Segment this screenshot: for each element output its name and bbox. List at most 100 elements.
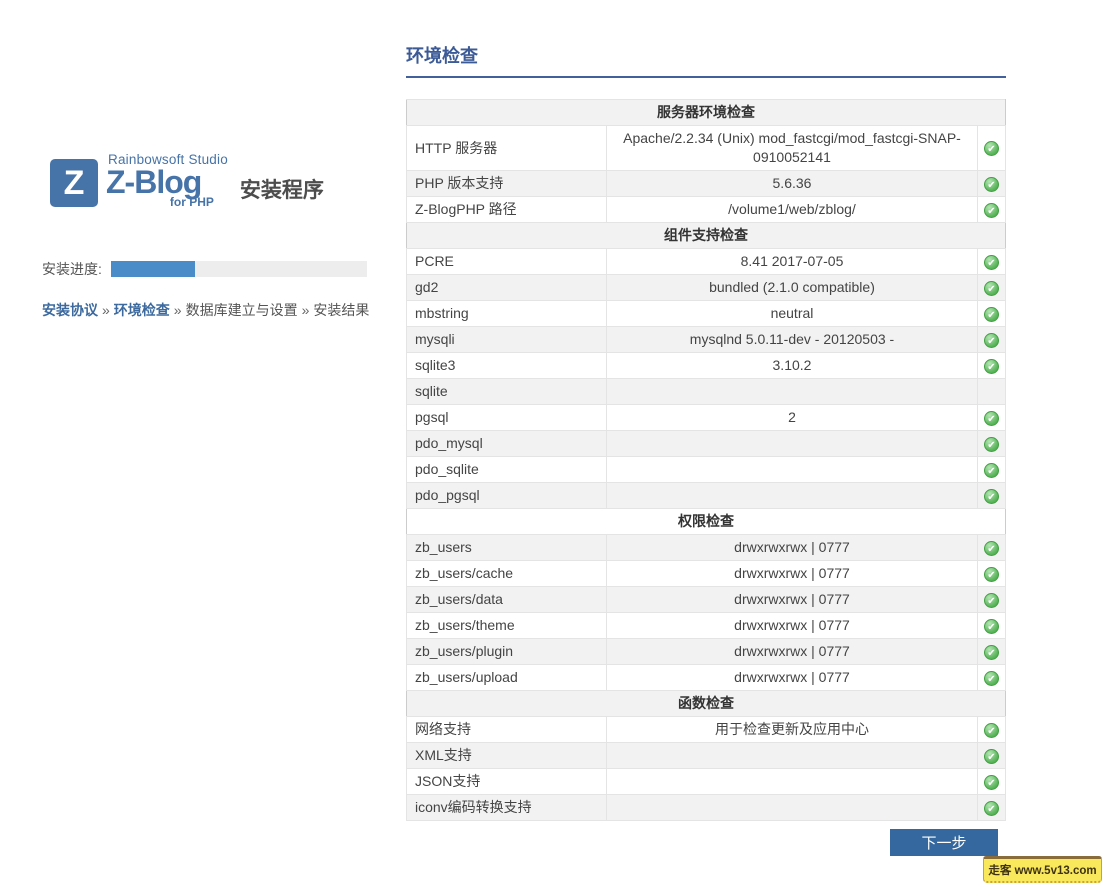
check-item-status: ✔ [977, 405, 1005, 431]
check-row: gd2bundled (2.1.0 compatible) ✔ [407, 275, 1006, 301]
installer-title: 安装程序 [240, 174, 324, 204]
next-step-button[interactable]: 下一步 [890, 829, 998, 856]
progress-fill [111, 261, 195, 277]
check-item-value: drwxrwxrwx | 0777 [607, 665, 978, 691]
check-ok-icon: ✔ [984, 333, 999, 348]
check-item-status: ✔ [977, 171, 1005, 197]
check-item-status: ✔ [977, 665, 1005, 691]
check-row: pdo_mysql✔ [407, 431, 1006, 457]
check-row: sqlite [407, 379, 1006, 405]
check-row: pgsql2 ✔ [407, 405, 1006, 431]
check-ok-icon: ✔ [984, 645, 999, 660]
breadcrumb-separator: » [102, 302, 110, 318]
check-item-value: mysqlnd 5.0.11-dev - 20120503 - [607, 327, 978, 353]
check-item-value: 3.10.2 [607, 353, 978, 379]
check-item-value: drwxrwxrwx | 0777 [607, 613, 978, 639]
breadcrumb-item[interactable]: 安装协议 [42, 302, 98, 318]
check-item-status: ✔ [977, 587, 1005, 613]
check-ok-icon: ✔ [984, 567, 999, 582]
check-row: zb_users/plugindrwxrwxrwx | 0777✔ [407, 639, 1006, 665]
check-item-value: drwxrwxrwx | 0777 [607, 561, 978, 587]
section-title: 服务器环境检查 [407, 100, 1006, 126]
check-item-label: pdo_pgsql [407, 483, 607, 509]
logo-letter: Z [64, 164, 85, 203]
check-item-value: drwxrwxrwx | 0777 [607, 535, 978, 561]
check-item-value [607, 431, 978, 457]
check-item-value [607, 769, 978, 795]
check-ok-icon: ✔ [984, 307, 999, 322]
check-item-label: zb_users [407, 535, 607, 561]
check-item-value [607, 457, 978, 483]
check-item-label: pgsql [407, 405, 607, 431]
check-item-status: ✔ [977, 197, 1005, 223]
check-item-status: ✔ [977, 126, 1005, 171]
check-item-label: gd2 [407, 275, 607, 301]
check-ok-icon: ✔ [984, 541, 999, 556]
check-item-label: zb_users/theme [407, 613, 607, 639]
check-ok-icon: ✔ [984, 203, 999, 218]
check-item-label: zb_users/upload [407, 665, 607, 691]
watermark-text: 走客 www.5v13.com [988, 862, 1096, 878]
check-ok-icon: ✔ [984, 281, 999, 296]
env-check-table-body: 服务器环境检查HTTP 服务器Apache/2.2.34 (Unix) mod_… [407, 100, 1006, 821]
check-item-status: ✔ [977, 457, 1005, 483]
check-item-value: 2 [607, 405, 978, 431]
check-ok-icon: ✔ [984, 141, 999, 156]
breadcrumb-item: 安装结果 [313, 302, 369, 318]
section-header-row: 函数检查 [407, 691, 1006, 717]
section-header-row: 组件支持检查 [407, 223, 1006, 249]
check-item-label: JSON支持 [407, 769, 607, 795]
logo: Z Rainbowsoft Studio Z-Blog for PHP 安装程序 [50, 152, 324, 209]
breadcrumb-separator: » [174, 302, 182, 318]
check-item-label: Z-BlogPHP 路径 [407, 197, 607, 223]
check-row: sqlite33.10.2✔ [407, 353, 1006, 379]
check-item-status: ✔ [977, 613, 1005, 639]
progress-label: 安装进度: [42, 259, 102, 279]
install-progress: 安装进度: [42, 259, 367, 279]
check-item-status: ✔ [977, 717, 1005, 743]
check-ok-icon: ✔ [984, 619, 999, 634]
check-item-label: pdo_sqlite [407, 457, 607, 483]
breadcrumb-separator: » [302, 302, 310, 318]
check-ok-icon: ✔ [984, 359, 999, 374]
check-row: zb_users/datadrwxrwxrwx | 0777✔ [407, 587, 1006, 613]
check-item-value: /volume1/web/zblog/ [607, 197, 978, 223]
check-item-value: 5.6.36 [607, 171, 978, 197]
main-content: 环境检查 服务器环境检查HTTP 服务器Apache/2.2.34 (Unix)… [406, 42, 1006, 821]
check-item-value [607, 743, 978, 769]
check-ok-icon: ✔ [984, 411, 999, 426]
check-row: zb_users/uploaddrwxrwxrwx | 0777✔ [407, 665, 1006, 691]
zblog-logo-icon: Z [50, 159, 98, 207]
check-row: mbstringneutral✔ [407, 301, 1006, 327]
check-item-status: ✔ [977, 301, 1005, 327]
check-item-value: bundled (2.1.0 compatible) [607, 275, 978, 301]
check-item-value [607, 483, 978, 509]
check-item-status: ✔ [977, 249, 1005, 275]
check-item-label: zb_users/data [407, 587, 607, 613]
check-row: iconv编码转换支持✔ [407, 795, 1006, 821]
check-item-value [607, 795, 978, 821]
check-item-value [607, 379, 978, 405]
watermark-badge: 走客 www.5v13.com [983, 856, 1102, 883]
check-row: PCRE8.41 2017-07-05✔ [407, 249, 1006, 275]
section-header-row: 权限检查 [407, 509, 1006, 535]
check-item-status: ✔ [977, 327, 1005, 353]
check-item-status: ✔ [977, 353, 1005, 379]
check-item-status: ✔ [977, 639, 1005, 665]
breadcrumb-item[interactable]: 环境检查 [114, 302, 170, 318]
section-header-row: 服务器环境检查 [407, 100, 1006, 126]
page-title: 环境检查 [406, 42, 1006, 78]
check-ok-icon: ✔ [984, 255, 999, 270]
check-ok-icon: ✔ [984, 749, 999, 764]
check-item-status [977, 379, 1005, 405]
check-ok-icon: ✔ [984, 775, 999, 790]
check-item-label: sqlite [407, 379, 607, 405]
check-item-status: ✔ [977, 483, 1005, 509]
breadcrumb-item: 数据库建立与设置 [186, 302, 298, 318]
section-title: 组件支持检查 [407, 223, 1006, 249]
check-item-value: 用于检查更新及应用中心 [607, 717, 978, 743]
check-item-label: XML支持 [407, 743, 607, 769]
section-title: 函数检查 [407, 691, 1006, 717]
check-item-status: ✔ [977, 275, 1005, 301]
check-row: zb_users/themedrwxrwxrwx | 0777 ✔ [407, 613, 1006, 639]
